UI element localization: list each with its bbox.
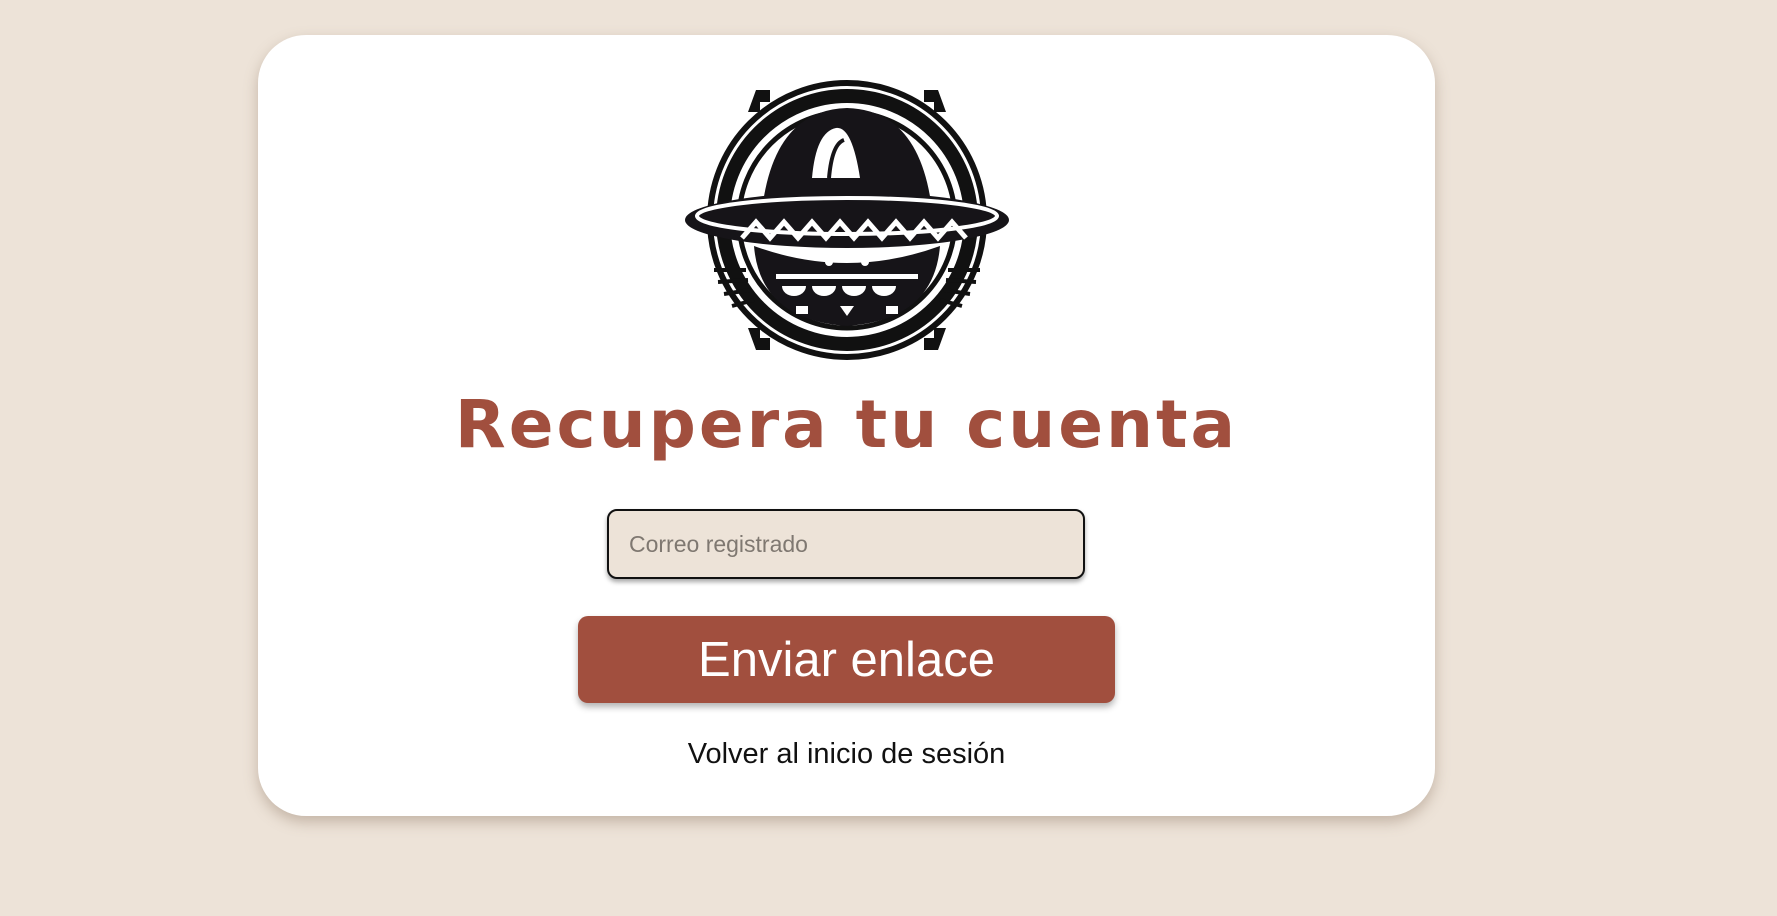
email-field[interactable] — [607, 509, 1085, 579]
back-to-login-link[interactable]: Volver al inicio de sesión — [258, 738, 1435, 771]
recovery-card: Recupera tu cuenta Enviar enlace Volver … — [258, 35, 1435, 816]
send-link-button[interactable]: Enviar enlace — [578, 616, 1115, 703]
page-title: Recupera tu cuenta — [454, 386, 1239, 463]
sombrero-logo-icon — [685, 80, 1009, 360]
